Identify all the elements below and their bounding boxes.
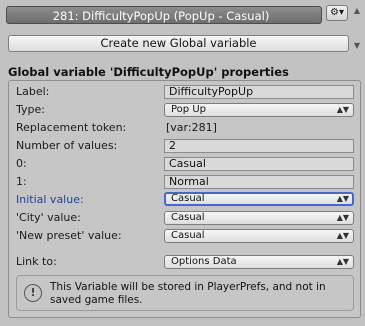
- scroll-down-icon[interactable]: ▼: [352, 40, 362, 52]
- city-value-dropdown[interactable]: Casual ▲▼: [164, 211, 354, 225]
- type-dropdown-value: Pop Up: [171, 104, 206, 115]
- type-dropdown[interactable]: Pop Up ▲▼: [164, 103, 354, 117]
- num-values-input[interactable]: 2: [164, 139, 354, 153]
- num-values-field-label: Number of values:: [16, 139, 118, 152]
- dropdown-arrows-icon: ▲▼: [336, 213, 349, 222]
- link-to-dropdown-value: Options Data: [171, 256, 237, 267]
- variable-header: 281: DifficultyPopUp (PopUp - Casual) ⚙▾…: [0, 0, 365, 31]
- initial-value-dropdown-value: Casual: [171, 193, 205, 204]
- variable-title-bar[interactable]: 281: DifficultyPopUp (PopUp - Casual): [6, 6, 322, 24]
- dropdown-arrows-icon: ▲▼: [336, 257, 349, 266]
- label-field-label: Label:: [16, 85, 50, 98]
- link-to-field-label: Link to:: [16, 255, 57, 268]
- initial-value-field-label: Initial value:: [16, 193, 84, 206]
- label-input[interactable]: DifficultyPopUp: [164, 85, 354, 99]
- dropdown-arrows-icon: ▲▼: [336, 105, 349, 114]
- help-text: This Variable will be stored in PlayerPr…: [50, 281, 326, 306]
- dropdown-arrows-icon: ▲▼: [336, 231, 349, 240]
- city-value-dropdown-value: Casual: [171, 212, 205, 223]
- playerprefs-help-box: ! This Variable will be stored in Player…: [16, 275, 354, 311]
- token-value: [var:281]: [166, 121, 217, 134]
- scroll-up-icon[interactable]: ▲: [352, 4, 362, 18]
- type-field-label: Type:: [16, 103, 45, 116]
- dropdown-arrows-icon: ▲▼: [336, 194, 349, 203]
- new-preset-value-dropdown[interactable]: Casual ▲▼: [164, 229, 354, 243]
- gear-icon[interactable]: ⚙▾: [326, 5, 348, 21]
- link-to-dropdown[interactable]: Options Data ▲▼: [164, 255, 354, 269]
- properties-section-title: Global variable 'DifficultyPopUp' proper…: [8, 65, 289, 79]
- value1-field-label: 1:: [16, 175, 27, 188]
- create-global-variable-button[interactable]: Create new Global variable: [8, 35, 349, 52]
- info-icon: !: [24, 284, 42, 302]
- city-value-field-label: 'City' value:: [16, 211, 81, 224]
- new-preset-value-dropdown-value: Casual: [171, 230, 205, 241]
- initial-value-dropdown[interactable]: Casual ▲▼: [164, 192, 354, 206]
- value0-input[interactable]: Casual: [164, 157, 354, 171]
- value0-field-label: 0:: [16, 157, 27, 170]
- token-field-label: Replacement token:: [16, 121, 127, 134]
- value1-input[interactable]: Normal: [164, 175, 354, 189]
- new-preset-value-field-label: 'New preset' value:: [16, 229, 122, 242]
